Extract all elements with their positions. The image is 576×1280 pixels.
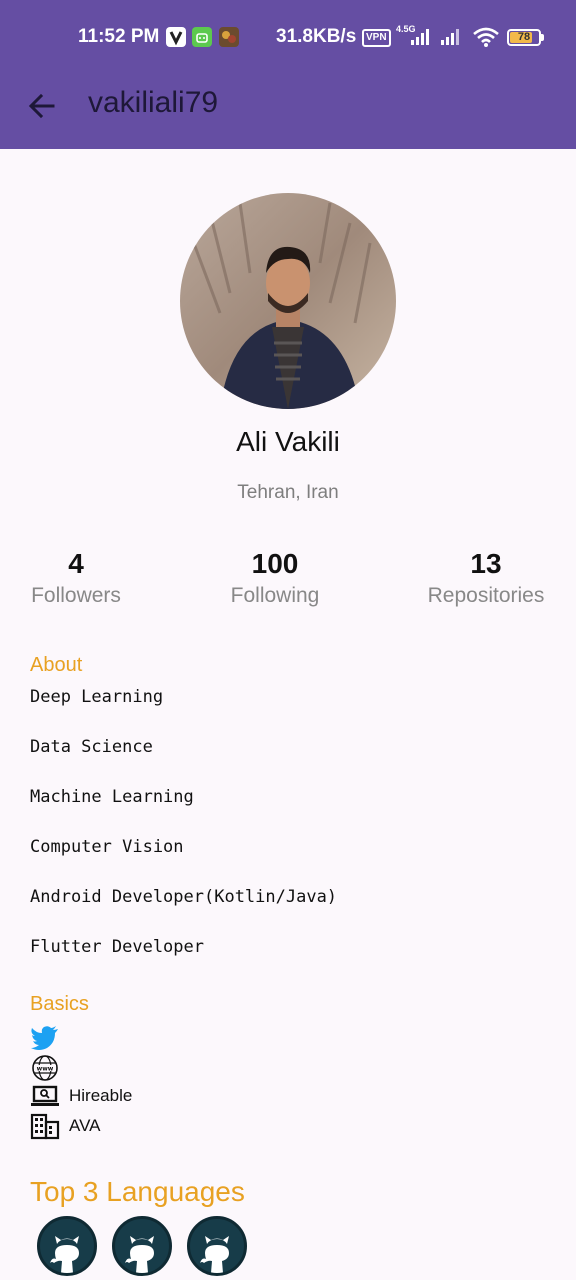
stat-label: Following xyxy=(230,584,320,607)
app-bar: vakiliali79 xyxy=(0,76,576,149)
www-icon: www xyxy=(30,1054,60,1082)
svg-text:www: www xyxy=(37,1066,54,1073)
profile-location: Tehran, Iran xyxy=(237,482,339,503)
battery-level: 78 xyxy=(517,31,531,43)
laptop-search-icon xyxy=(30,1082,60,1110)
signal-icon xyxy=(410,26,434,51)
profile-name: Ali Vakili xyxy=(236,426,340,457)
app-v-icon xyxy=(166,27,186,47)
basics-title: Basics xyxy=(30,993,89,1015)
basic-text: Hireable xyxy=(69,1086,133,1105)
basic-twitter[interactable] xyxy=(30,1024,90,1052)
stat-following[interactable]: 100 Following xyxy=(210,546,340,610)
about-item: Deep Learning xyxy=(30,687,164,707)
battery-tip xyxy=(541,34,544,41)
stat-value: 13 xyxy=(470,548,502,579)
status-time: 11:52 PM xyxy=(78,26,160,47)
about-item: Android Developer(Kotlin/Java) xyxy=(30,887,338,907)
basic-company: AVA xyxy=(30,1112,230,1140)
about-item: Flutter Developer xyxy=(30,937,204,957)
github-icon[interactable] xyxy=(112,1216,172,1276)
stat-followers[interactable]: 4 Followers xyxy=(16,546,136,610)
stat-label: Repositories xyxy=(427,584,545,607)
building-icon xyxy=(30,1112,60,1140)
basic-text: AVA xyxy=(69,1116,101,1135)
stat-value: 4 xyxy=(68,548,84,579)
page-title: vakiliali79 xyxy=(88,86,219,119)
app-game-icon xyxy=(219,27,239,47)
twitter-icon xyxy=(30,1024,60,1052)
back-arrow-icon[interactable] xyxy=(26,90,58,122)
stat-label: Followers xyxy=(31,584,121,607)
signal-2-icon xyxy=(440,26,464,51)
basic-hireable: Hireable xyxy=(30,1082,230,1110)
about-title: About xyxy=(30,654,83,676)
avatar xyxy=(180,193,396,409)
languages-title: Top 3 Languages xyxy=(30,1176,245,1207)
about-item: Data Science xyxy=(30,737,153,757)
stat-repositories[interactable]: 13 Repositories xyxy=(411,546,561,610)
about-item: Computer Vision xyxy=(30,837,184,857)
vpn-badge: VPN xyxy=(362,29,391,47)
app-android-icon xyxy=(192,27,212,47)
status-bar: 11:52 PM 31.8KB/s VPN 4.5G 78 xyxy=(0,0,576,76)
about-item: Machine Learning xyxy=(30,787,194,807)
battery-icon: 78 xyxy=(507,29,541,46)
github-icon[interactable] xyxy=(37,1216,97,1276)
basic-website[interactable]: www xyxy=(30,1054,90,1082)
github-icon[interactable] xyxy=(187,1216,247,1276)
stat-value: 100 xyxy=(251,548,299,579)
network-speed: 31.8KB/s xyxy=(276,26,357,47)
wifi-icon xyxy=(472,26,500,53)
